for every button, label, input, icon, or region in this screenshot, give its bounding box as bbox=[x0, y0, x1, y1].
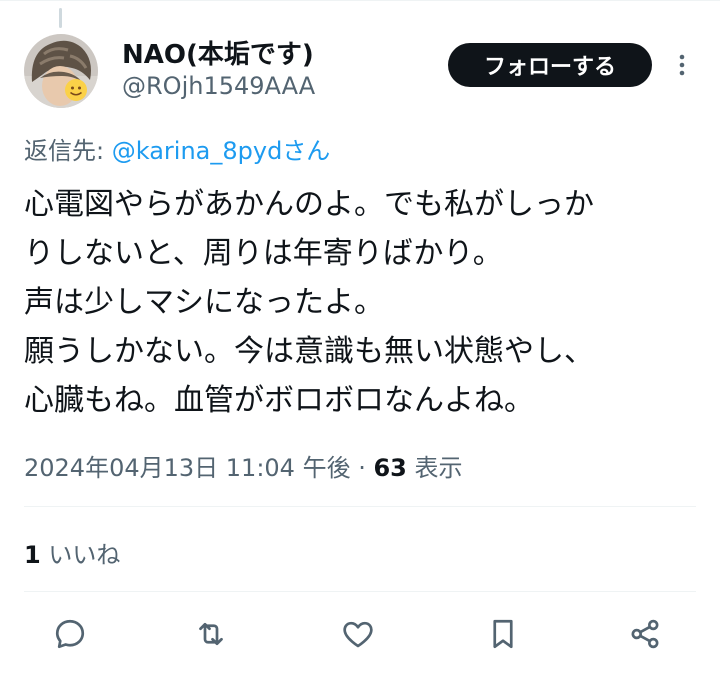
follow-button-label: フォローする bbox=[483, 55, 616, 80]
retweet-icon bbox=[199, 622, 223, 646]
top-border bbox=[0, 0, 720, 1]
reply-icon bbox=[55, 619, 85, 649]
views-label: 表示 bbox=[406, 454, 463, 482]
tweet-line: 心臓もね。血管がボロボロなんよね。 bbox=[24, 383, 534, 418]
tweet-meta: 2024年04月13日 11:04 午後 · 63 表示 bbox=[24, 448, 463, 483]
author-handle[interactable]: @ROjh1549AAA bbox=[122, 72, 315, 100]
share-icon bbox=[631, 619, 659, 649]
tweet-line: 願うしかない。今は意識も無い状態やし、 bbox=[24, 334, 594, 369]
bookmark-button[interactable] bbox=[485, 616, 525, 656]
reply-to-mention[interactable]: @karina_8pydさん bbox=[112, 137, 331, 165]
thread-line bbox=[59, 8, 62, 28]
likes-summary[interactable]: 1 いいね bbox=[24, 535, 120, 570]
reply-button[interactable] bbox=[52, 616, 92, 656]
like-button[interactable] bbox=[340, 616, 380, 656]
share-button[interactable] bbox=[627, 616, 667, 656]
divider bbox=[24, 591, 696, 592]
likes-count: 1 bbox=[24, 541, 41, 569]
bookmark-icon bbox=[493, 619, 513, 649]
retweet-button[interactable] bbox=[193, 616, 233, 656]
tweet-text: 心電図やらがあかんのよ。でも私がしっか りしないと、周りは年寄りばかり。 声は少… bbox=[24, 180, 704, 425]
reply-to: 返信先: @karina_8pydさん bbox=[24, 131, 330, 166]
like-icon bbox=[343, 621, 373, 648]
views-count: 63 bbox=[373, 454, 407, 482]
meta-separator: · bbox=[350, 454, 374, 482]
tweet-line: 声は少しマシになったよ。 bbox=[24, 285, 384, 320]
divider bbox=[24, 506, 696, 507]
avatar[interactable] bbox=[24, 34, 98, 108]
tweet-line: りしないと、周りは年寄りばかり。 bbox=[24, 236, 503, 271]
author-name[interactable]: NAO(本垢です) bbox=[122, 34, 314, 71]
tweet-line: 心電図やらがあかんのよ。でも私がしっか bbox=[24, 187, 594, 222]
follow-button[interactable]: フォローする bbox=[448, 43, 652, 87]
more-icon[interactable] bbox=[672, 50, 692, 80]
avatar-image bbox=[24, 34, 98, 108]
reply-to-prefix: 返信先: bbox=[24, 137, 112, 165]
likes-label: いいね bbox=[40, 541, 121, 569]
timestamp[interactable]: 2024年04月13日 11:04 午後 bbox=[24, 454, 351, 482]
